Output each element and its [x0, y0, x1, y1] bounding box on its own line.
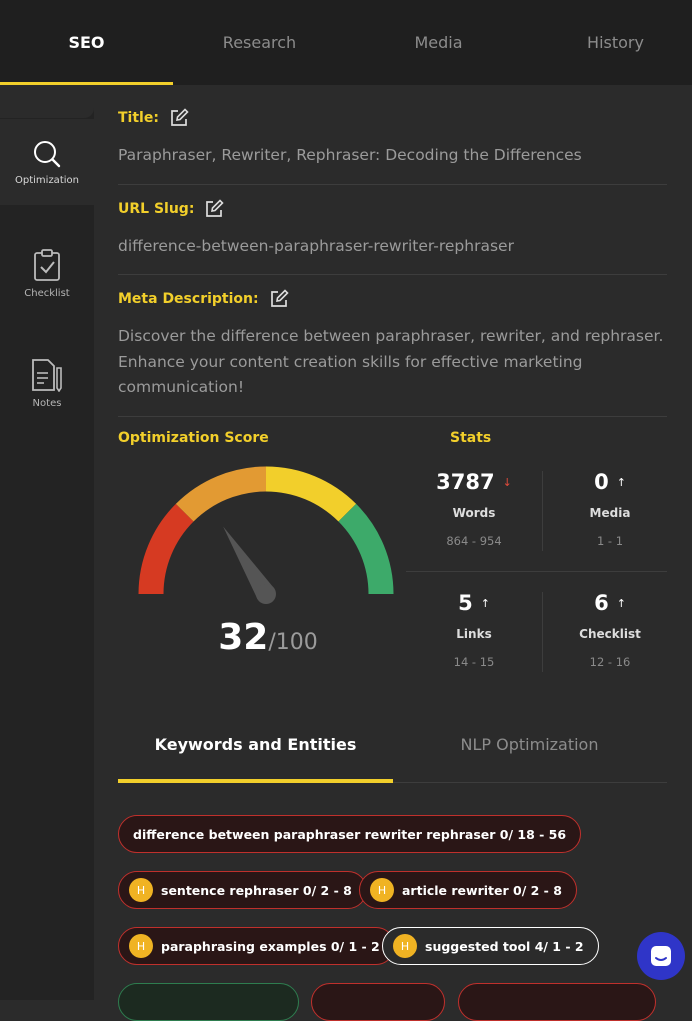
slug-label-row: URL Slug: [118, 199, 225, 219]
side-rail: Optimization Checklist Notes [0, 85, 94, 1000]
keyword-text: sentence rephraser 0/ 2 - 8 [161, 882, 352, 898]
score-value: 32 [218, 617, 269, 658]
stat-links-value: 5 [458, 591, 473, 615]
meta-label: Meta Description: [118, 291, 259, 307]
clipboard-check-icon [34, 248, 60, 281]
rail-label-checklist: Checklist [24, 287, 70, 299]
edit-icon [270, 289, 289, 307]
divider [118, 184, 667, 185]
stat-checklist-name: Checklist [579, 627, 641, 641]
keyword-chip[interactable]: H paraphrasing examples 0/ 1 - 2 [118, 927, 395, 965]
arrow-up-icon: ↑ [616, 596, 626, 610]
chat-icon [651, 946, 671, 966]
tab-keywords-entities[interactable]: Keywords and Entities [118, 705, 393, 783]
heading-badge-icon: H [370, 878, 394, 902]
keyword-chip-partial[interactable] [311, 983, 445, 1021]
stats-title: Stats [450, 430, 492, 446]
optimization-score-title: Optimization Score [118, 430, 269, 446]
title-label: Title: [118, 110, 159, 126]
arrow-up-icon: ↑ [616, 475, 626, 489]
gauge-needle-hub [256, 584, 276, 604]
heading-badge-icon: H [129, 878, 153, 902]
edit-icon [171, 108, 189, 126]
stats-divider [542, 592, 543, 672]
stat-words-name: Words [452, 506, 496, 520]
slug-value[interactable]: difference-between-paraphraser-rewriter-… [118, 234, 667, 260]
active-subtab-indicator [118, 779, 393, 783]
chat-launcher-button[interactable] [637, 932, 685, 980]
stat-links: 5 ↑ Links 14 - 15 [414, 591, 534, 669]
gauge-segment-red [138, 503, 194, 595]
keyword-text: difference between paraphraser rewriter … [133, 826, 567, 842]
heading-badge-icon: H [129, 934, 153, 958]
gauge-segment-green [338, 503, 394, 595]
keyword-text: article rewriter 0/ 2 - 8 [402, 882, 562, 898]
rail-label-notes: Notes [32, 397, 62, 409]
keyword-chip-partial[interactable] [118, 983, 299, 1021]
rail-top-stub [0, 85, 94, 118]
gauge-segment-orange [175, 466, 267, 522]
stat-words-range: 864 - 954 [446, 534, 502, 548]
keyword-chip[interactable]: difference between paraphraser rewriter … [118, 815, 582, 853]
stat-checklist: 6 ↑ Checklist 12 - 16 [550, 591, 670, 669]
meta-value[interactable]: Discover the difference between paraphra… [118, 324, 667, 401]
tab-nlp-optimization[interactable]: NLP Optimization [392, 705, 667, 783]
score-max: /100 [268, 630, 318, 655]
rail-label-optimization: Optimization [15, 174, 79, 186]
stat-checklist-value: 6 [594, 591, 609, 615]
stat-media-name: Media [589, 506, 631, 520]
stats-divider [406, 571, 667, 572]
edit-title-button[interactable] [169, 108, 189, 128]
arrow-up-icon: ↑ [480, 596, 490, 610]
stat-links-range: 14 - 15 [453, 655, 495, 669]
rail-item-checklist[interactable]: Checklist [0, 230, 94, 316]
keyword-text: suggested tool 4/ 1 - 2 [425, 938, 584, 954]
stat-checklist-range: 12 - 16 [589, 655, 631, 669]
score-readout: 32/100 [118, 617, 418, 658]
tab-history[interactable]: History [529, 0, 692, 85]
keyword-chip[interactable]: H article rewriter 0/ 2 - 8 [359, 871, 577, 909]
tab-media[interactable]: Media [352, 0, 525, 85]
keyword-tabs: Keywords and Entities NLP Optimization [118, 705, 667, 783]
tab-seo[interactable]: SEO [0, 0, 173, 85]
edit-slug-button[interactable] [204, 199, 225, 219]
keyword-chip-partial[interactable] [458, 983, 656, 1021]
stat-words-value: 3787 [436, 470, 495, 494]
title-value[interactable]: Paraphraser, Rewriter, Rephraser: Decodi… [118, 143, 667, 169]
edit-icon [206, 199, 225, 217]
heading-badge-icon: H [393, 934, 417, 958]
title-label-row: Title: [118, 108, 189, 128]
stat-words: 3787 ↓ Words 864 - 954 [414, 470, 534, 548]
stats-divider [542, 471, 543, 551]
meta-label-row: Meta Description: [118, 289, 289, 309]
stat-links-name: Links [456, 627, 492, 641]
rail-item-optimization[interactable]: Optimization [0, 119, 94, 205]
tab-research[interactable]: Research [173, 0, 346, 85]
slug-label: URL Slug: [118, 201, 195, 217]
gauge-segment-yellow [265, 466, 357, 522]
notes-icon [32, 358, 62, 392]
score-gauge [138, 466, 394, 604]
arrow-down-icon: ↓ [502, 475, 512, 489]
top-tab-bar: SEO Research Media History [0, 0, 692, 85]
stat-media-value: 0 [594, 470, 609, 494]
keyword-chip[interactable]: H sentence rephraser 0/ 2 - 8 [118, 871, 367, 909]
divider [118, 416, 667, 417]
divider [118, 274, 667, 275]
search-icon [34, 140, 61, 167]
keyword-chip[interactable]: H suggested tool 4/ 1 - 2 [382, 927, 599, 965]
edit-meta-button[interactable] [269, 289, 289, 309]
stat-media: 0 ↑ Media 1 - 1 [550, 470, 670, 548]
keyword-text: paraphrasing examples 0/ 1 - 2 [161, 938, 380, 954]
rail-item-notes[interactable]: Notes [0, 340, 94, 426]
stat-media-range: 1 - 1 [596, 534, 624, 548]
